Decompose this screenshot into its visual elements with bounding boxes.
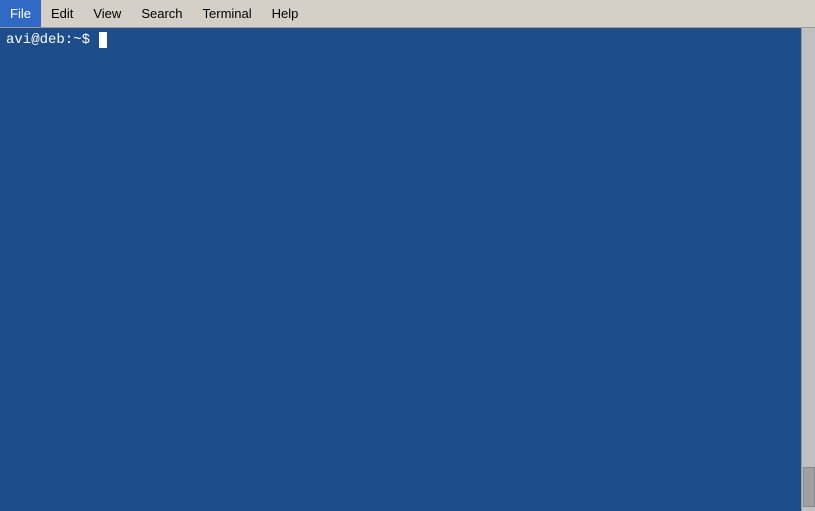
menu-item-edit[interactable]: Edit <box>41 0 83 27</box>
menu-item-file[interactable]: File <box>0 0 41 27</box>
menu-item-help[interactable]: Help <box>262 0 309 27</box>
scrollbar-thumb[interactable] <box>803 467 815 507</box>
terminal-area[interactable]: avi@deb:~$ <box>0 28 815 511</box>
prompt-text: avi@deb:~$ <box>6 32 98 48</box>
prompt-line: avi@deb:~$ <box>6 32 809 48</box>
menu-item-terminal[interactable]: Terminal <box>193 0 262 27</box>
menu-item-search[interactable]: Search <box>131 0 192 27</box>
menu-item-view[interactable]: View <box>83 0 131 27</box>
cursor <box>99 32 107 48</box>
menubar: FileEditViewSearchTerminalHelp <box>0 0 815 28</box>
scrollbar[interactable] <box>801 28 815 511</box>
